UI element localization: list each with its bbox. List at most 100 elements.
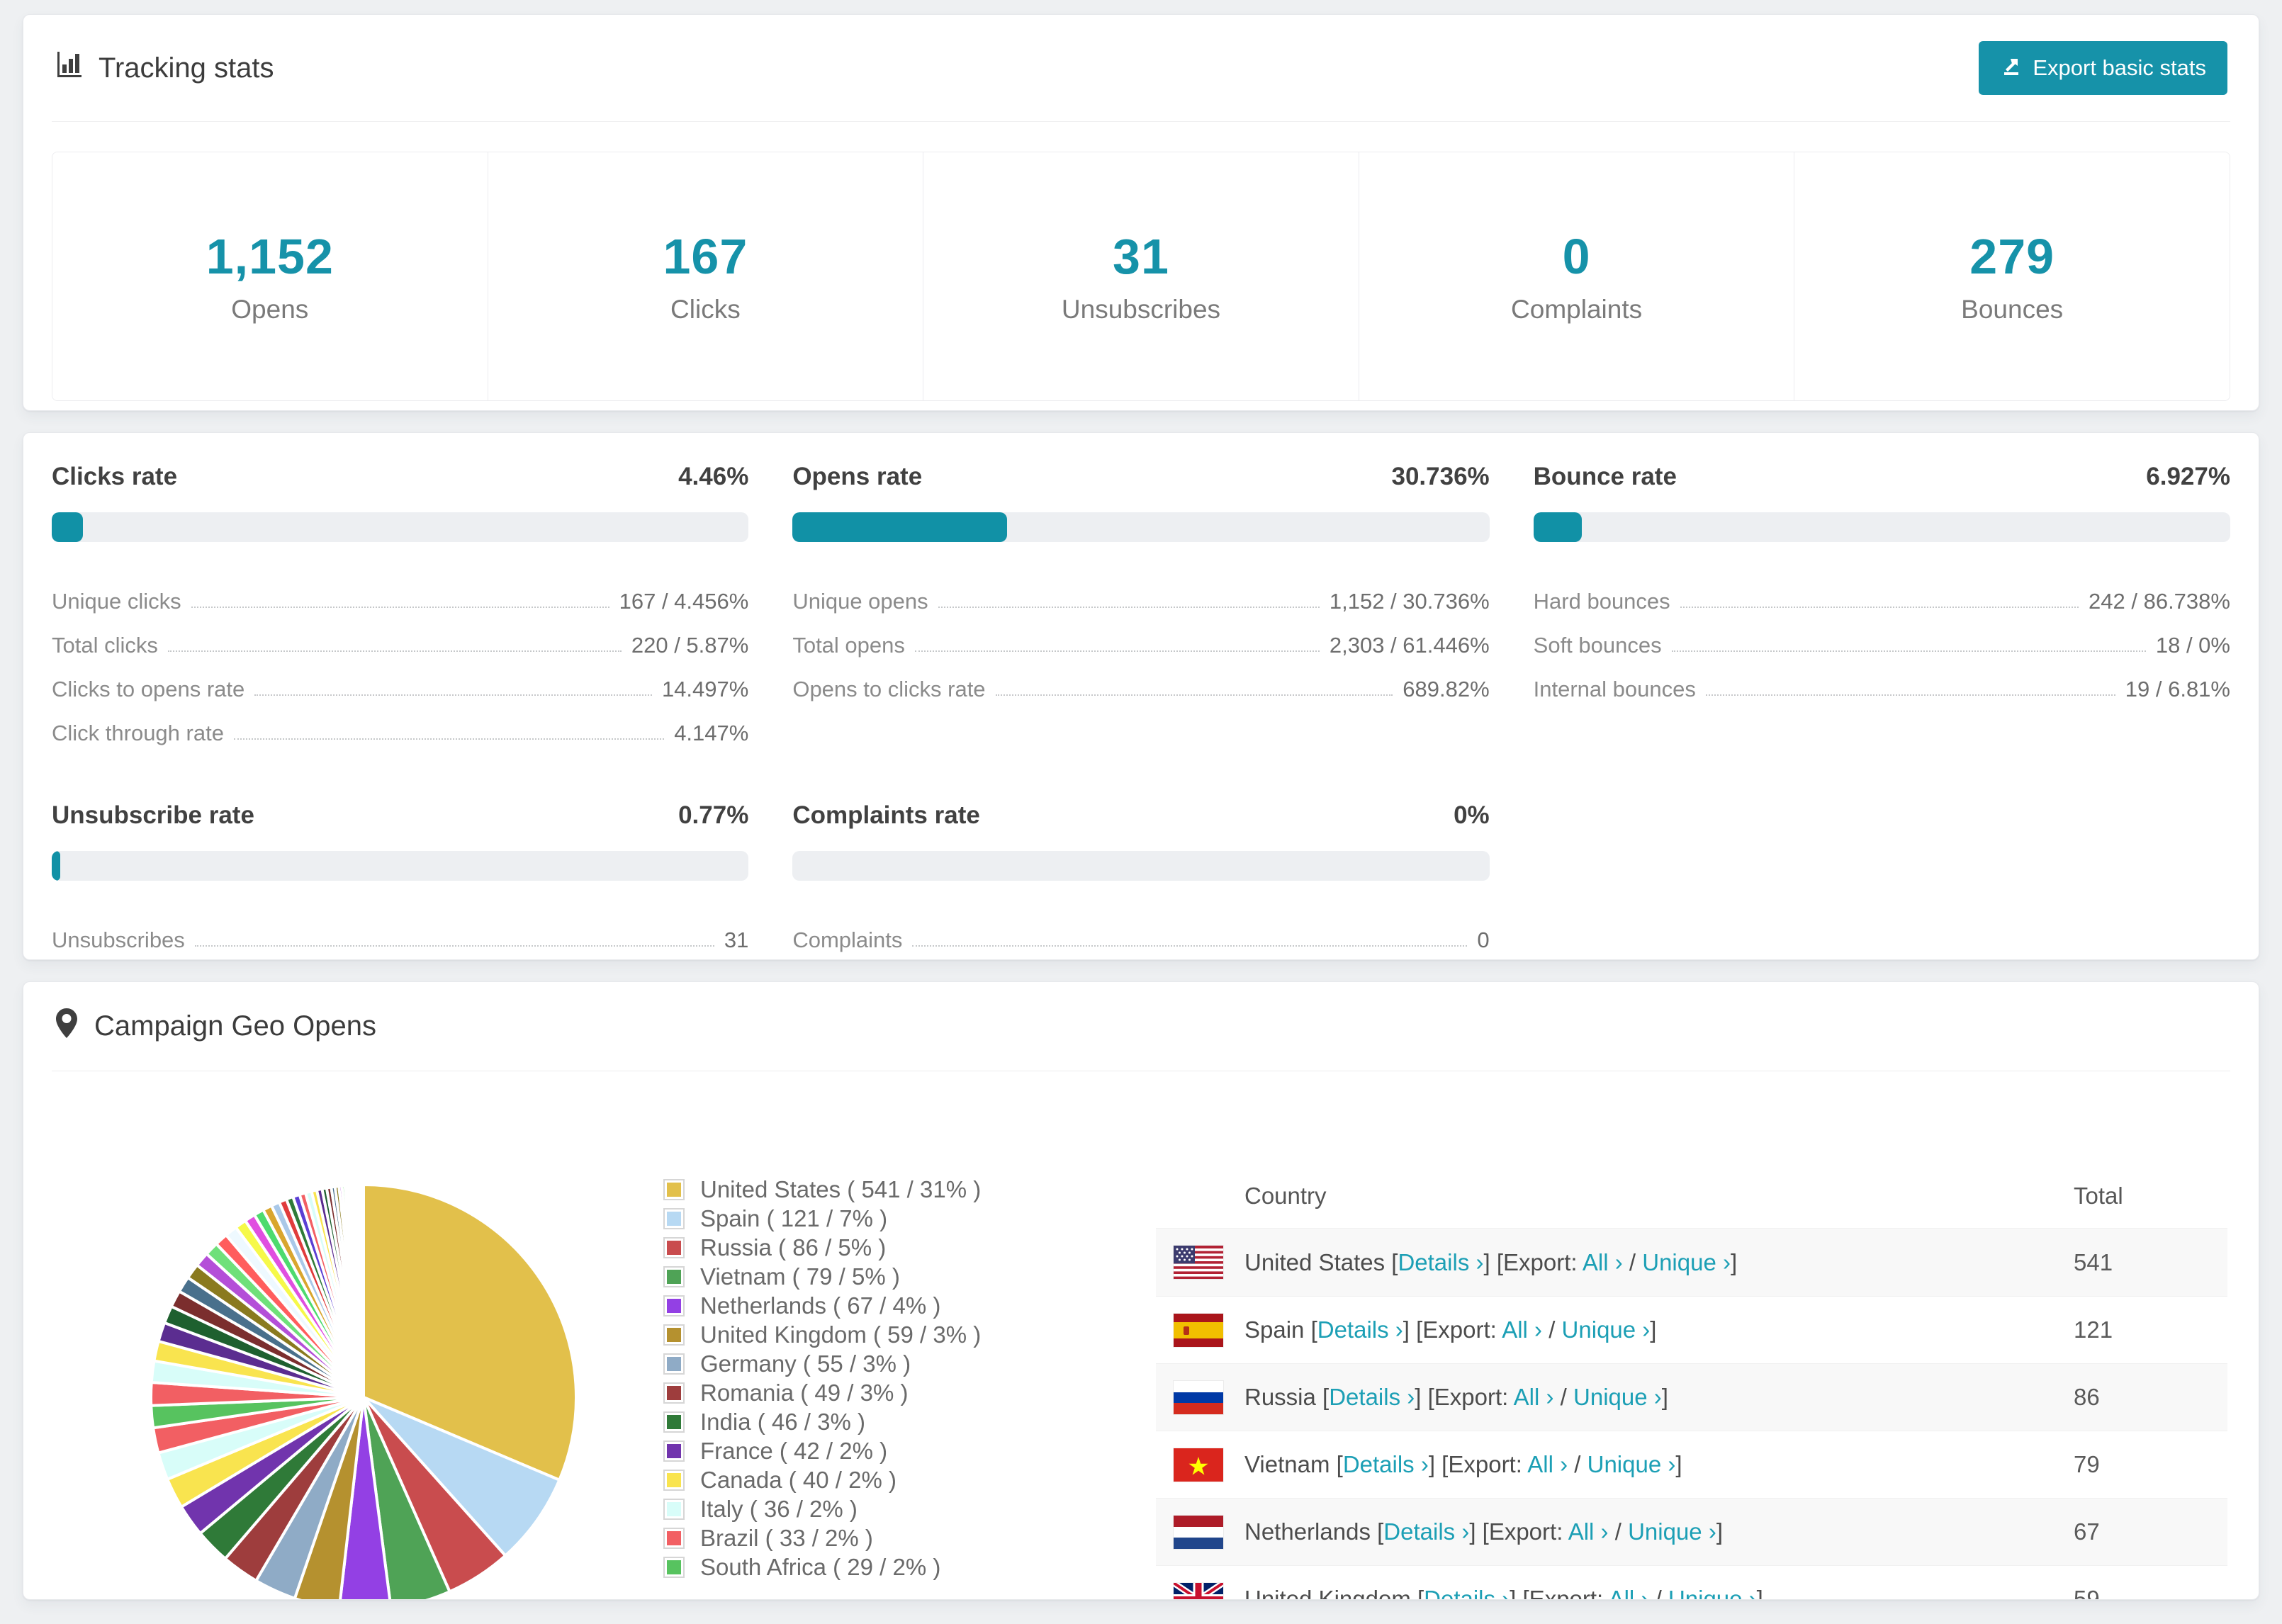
legend-item[interactable]: Vietnam ( 79 / 5% ) [663, 1262, 981, 1291]
legend-item[interactable]: Netherlands ( 67 / 4% ) [663, 1291, 981, 1320]
stat-row: Internal bounces 19 / 6.81% [1534, 658, 2230, 702]
stat-row: Hard bounces 242 / 86.738% [1534, 570, 2230, 614]
legend-label: United Kingdom ( 59 / 3% ) [700, 1321, 982, 1348]
stat-value: 167 / 4.456% [619, 589, 749, 614]
legend-item[interactable]: France ( 42 / 2% ) [663, 1436, 981, 1465]
legend-item[interactable]: Russia ( 86 / 5% ) [663, 1233, 981, 1262]
stat-value: 19 / 6.81% [2125, 677, 2230, 701]
rate-progress-fill [52, 512, 83, 542]
map-pin-icon [55, 1008, 79, 1046]
rate-title: Opens rate [792, 463, 923, 490]
rate-progress-bar [52, 851, 749, 881]
export-all-link-ru[interactable]: All › [1514, 1384, 1554, 1410]
dotted-leader [914, 650, 1320, 652]
rate-progress-fill [52, 851, 60, 881]
export-all-link-nl[interactable]: All › [1568, 1518, 1609, 1545]
summary-label: Complaints [1511, 295, 1643, 324]
legend-item[interactable]: Canada ( 40 / 2% ) [663, 1465, 981, 1494]
export-unique-link-nl[interactable]: Unique › [1628, 1518, 1716, 1545]
summary-value: 0 [1562, 229, 1591, 284]
stat-value: 2,303 / 61.446% [1329, 633, 1490, 658]
rate-title: Complaints rate [792, 801, 980, 829]
summary-cell: 31 Unsubscribes [923, 152, 1359, 400]
rate-progress-fill [1533, 512, 1582, 542]
geo-table-rows: United States [Details ›] [Export: All ›… [1156, 1229, 2227, 1599]
stat-row: Unique clicks 167 / 4.456% [52, 570, 748, 614]
rate-block: Bounce rate 6.927% Hard bounces 242 / 86… [1533, 463, 2230, 746]
legend-label: United States ( 541 / 31% ) [700, 1175, 982, 1202]
details-link-us[interactable]: Details › [1398, 1249, 1483, 1275]
rate-title: Clicks rate [52, 463, 178, 490]
stat-value: 0 [1477, 927, 1490, 952]
total-cell: 79 [2074, 1451, 2100, 1477]
export-unique-link-ru[interactable]: Unique › [1573, 1384, 1662, 1410]
stat-label: Clicks to opens rate [52, 677, 245, 701]
legend-item[interactable]: South Africa ( 29 / 2% ) [663, 1552, 981, 1581]
stat-label: Total clicks [52, 633, 158, 658]
dotted-leader [167, 650, 622, 652]
details-link-nl[interactable]: Details › [1383, 1518, 1469, 1545]
stat-value: 4.147% [674, 721, 749, 745]
summary-cell: 0 Complaints [1358, 152, 1794, 400]
legend-label: Italy ( 36 / 2% ) [700, 1495, 858, 1522]
header-divider [52, 121, 2230, 122]
stat-label: Opens to clicks rate [792, 677, 986, 701]
export-unique-link-es[interactable]: Unique › [1562, 1316, 1651, 1343]
export-all-link-vn[interactable]: All › [1527, 1451, 1568, 1477]
bar-chart-icon [55, 50, 83, 86]
legend-item[interactable]: United Kingdom ( 59 / 3% ) [663, 1320, 981, 1349]
summary-label: Unsubscribes [1061, 295, 1221, 324]
summary-label: Clicks [670, 295, 741, 324]
legend-swatch [663, 1236, 685, 1258]
stat-row: Soft bounces 18 / 0% [1534, 614, 2230, 658]
legend-swatch [663, 1353, 685, 1375]
legend-item[interactable]: Brazil ( 33 / 2% ) [663, 1523, 981, 1552]
details-link-vn[interactable]: Details › [1343, 1451, 1429, 1477]
legend-swatch [663, 1469, 685, 1491]
legend-item[interactable]: India ( 46 / 3% ) [663, 1407, 981, 1436]
rates-grid: Clicks rate 4.46% Unique clicks 167 / 4.… [52, 463, 2230, 953]
export-all-link-es[interactable]: All › [1502, 1316, 1542, 1343]
legend-item[interactable]: United States ( 541 / 31% ) [663, 1175, 981, 1204]
export-basic-stats-button[interactable]: Export basic stats [1979, 41, 2227, 95]
stat-value: 689.82% [1403, 677, 1490, 701]
legend-swatch [663, 1556, 685, 1578]
export-unique-link-gb[interactable]: Unique › [1668, 1586, 1757, 1599]
stat-label: Complaints [792, 927, 903, 952]
legend-swatch [663, 1324, 685, 1346]
summary-value: 279 [1969, 229, 2055, 284]
rate-value: 0% [1454, 801, 1490, 829]
legend-item[interactable]: Italy ( 36 / 2% ) [663, 1494, 981, 1523]
export-all-link-gb[interactable]: All › [1609, 1586, 1649, 1599]
rate-block: Complaints rate 0% Complaints 0 [792, 801, 1490, 953]
geo-opens-card: Campaign Geo Opens United States ( 541 /… [23, 981, 2259, 1600]
country-cell: Netherlands [Details ›] [Export: All › /… [1244, 1518, 1723, 1545]
legend-item[interactable]: Romania ( 49 / 3% ) [663, 1378, 981, 1407]
stat-label: Unique clicks [52, 589, 181, 614]
export-button-label: Export basic stats [2033, 55, 2206, 80]
details-link-es[interactable]: Details › [1317, 1316, 1403, 1343]
export-all-link-us[interactable]: All › [1583, 1249, 1623, 1275]
legend-swatch [663, 1382, 685, 1404]
dotted-leader [938, 607, 1320, 608]
details-link-ru[interactable]: Details › [1329, 1384, 1415, 1410]
details-link-gb[interactable]: Details › [1424, 1586, 1510, 1599]
rate-title: Unsubscribe rate [52, 801, 254, 829]
stat-value: 31 [724, 927, 749, 952]
legend-label: Vietnam ( 79 / 5% ) [700, 1263, 900, 1290]
legend-label: Romania ( 49 / 3% ) [700, 1379, 909, 1406]
pie-slice-other[interactable] [361, 1183, 365, 1399]
legend-item[interactable]: Spain ( 121 / 7% ) [663, 1204, 981, 1233]
legend-label: Brazil ( 33 / 2% ) [700, 1524, 873, 1551]
legend-swatch [663, 1265, 685, 1287]
export-unique-link-us[interactable]: Unique › [1642, 1249, 1731, 1275]
summary-cell: 1,152 Opens [52, 152, 488, 400]
legend-item[interactable]: Germany ( 55 / 3% ) [663, 1349, 981, 1378]
legend-swatch [663, 1178, 685, 1200]
geo-opens-title: Campaign Geo Opens [94, 1010, 377, 1042]
geo-table-row: Russia [Details ›] [Export: All › / Uniq… [1156, 1363, 2227, 1431]
summary-value: 167 [663, 229, 748, 284]
export-unique-link-vn[interactable]: Unique › [1587, 1451, 1676, 1477]
stat-label: Soft bounces [1533, 633, 1662, 658]
stat-row: Total clicks 220 / 5.87% [52, 614, 748, 658]
